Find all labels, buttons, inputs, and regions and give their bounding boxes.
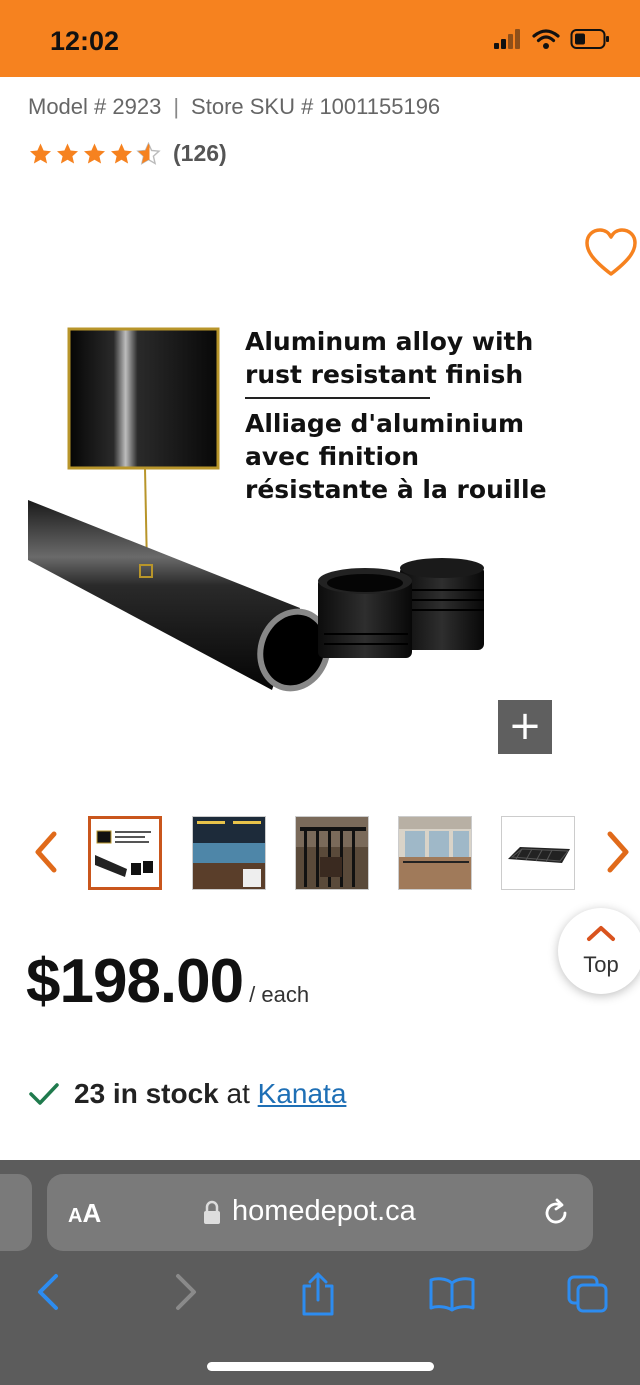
thumbnail[interactable] — [88, 816, 162, 890]
favorite-heart-icon[interactable] — [584, 228, 638, 278]
rating[interactable]: (126) — [28, 140, 227, 167]
wifi-icon — [532, 29, 560, 49]
store-link[interactable]: Kanata — [258, 1078, 347, 1109]
lock-icon — [204, 1200, 220, 1224]
forward-chevron-icon[interactable] — [172, 1272, 200, 1312]
image-callout-divider — [245, 397, 430, 399]
store-sku: Store SKU # 1001155196 — [191, 94, 441, 119]
model-number: Model # 2923 — [28, 94, 162, 119]
battery-icon — [570, 29, 609, 49]
star-icon — [111, 143, 132, 163]
reload-icon[interactable] — [540, 1197, 572, 1229]
previous-tab-peek[interactable] — [0, 1174, 32, 1251]
image-callout-english: Aluminum alloy with rust resistant finis… — [245, 327, 534, 389]
url-text[interactable]: homedepot.ca — [232, 1195, 416, 1228]
review-count[interactable]: (126) — [173, 140, 227, 167]
thumbnail-image — [193, 817, 265, 889]
signal-icon — [494, 29, 520, 49]
product-meta: Model # 2923 | Store SKU # 1001155196 — [28, 94, 440, 120]
reader-aa-button[interactable]: AA — [68, 1198, 101, 1229]
thumbnail-prev-chevron-icon[interactable] — [30, 830, 62, 874]
back-to-top-button[interactable]: Top — [558, 908, 640, 994]
star-icon — [84, 143, 105, 163]
thumbnail-image — [91, 819, 159, 887]
price-unit: / each — [249, 982, 310, 1007]
chevron-up-icon — [587, 926, 615, 941]
thumbnail-image — [399, 817, 471, 889]
thumbnail-image — [296, 817, 368, 889]
back-chevron-icon[interactable] — [34, 1272, 62, 1312]
thumbnail-image — [502, 817, 574, 889]
half-star-icon — [136, 141, 161, 165]
stock-status: 23 in stock at Kanata — [28, 1078, 346, 1110]
star-icon — [30, 143, 51, 163]
thumbnail-next-chevron-icon[interactable] — [602, 830, 634, 874]
status-time: 12:02 — [50, 26, 120, 56]
back-to-top-label: Top — [583, 952, 619, 977]
meta-separator: | — [173, 94, 180, 119]
thumbnail[interactable] — [501, 816, 575, 890]
thumbnail[interactable] — [192, 816, 266, 890]
stock-at: at — [226, 1078, 250, 1109]
star-icon — [57, 143, 78, 163]
star-rating — [28, 141, 161, 166]
price: $198.00 / each — [26, 946, 309, 1017]
status-icons — [494, 28, 610, 50]
image-callout-french: Alliage d'aluminium avec finition résist… — [245, 409, 547, 504]
share-icon[interactable] — [298, 1272, 338, 1318]
thumbnail[interactable] — [295, 816, 369, 890]
zoom-button[interactable]: + — [498, 700, 552, 754]
stock-count: 23 in stock — [74, 1078, 219, 1109]
price-amount: $198.00 — [26, 947, 244, 1016]
checkmark-icon — [29, 1083, 59, 1105]
thumbnail[interactable] — [398, 816, 472, 890]
tabs-icon[interactable] — [566, 1274, 610, 1314]
bookmarks-book-icon[interactable] — [428, 1276, 476, 1312]
home-indicator — [207, 1362, 434, 1371]
status-bar: 12:02 — [0, 0, 640, 77]
